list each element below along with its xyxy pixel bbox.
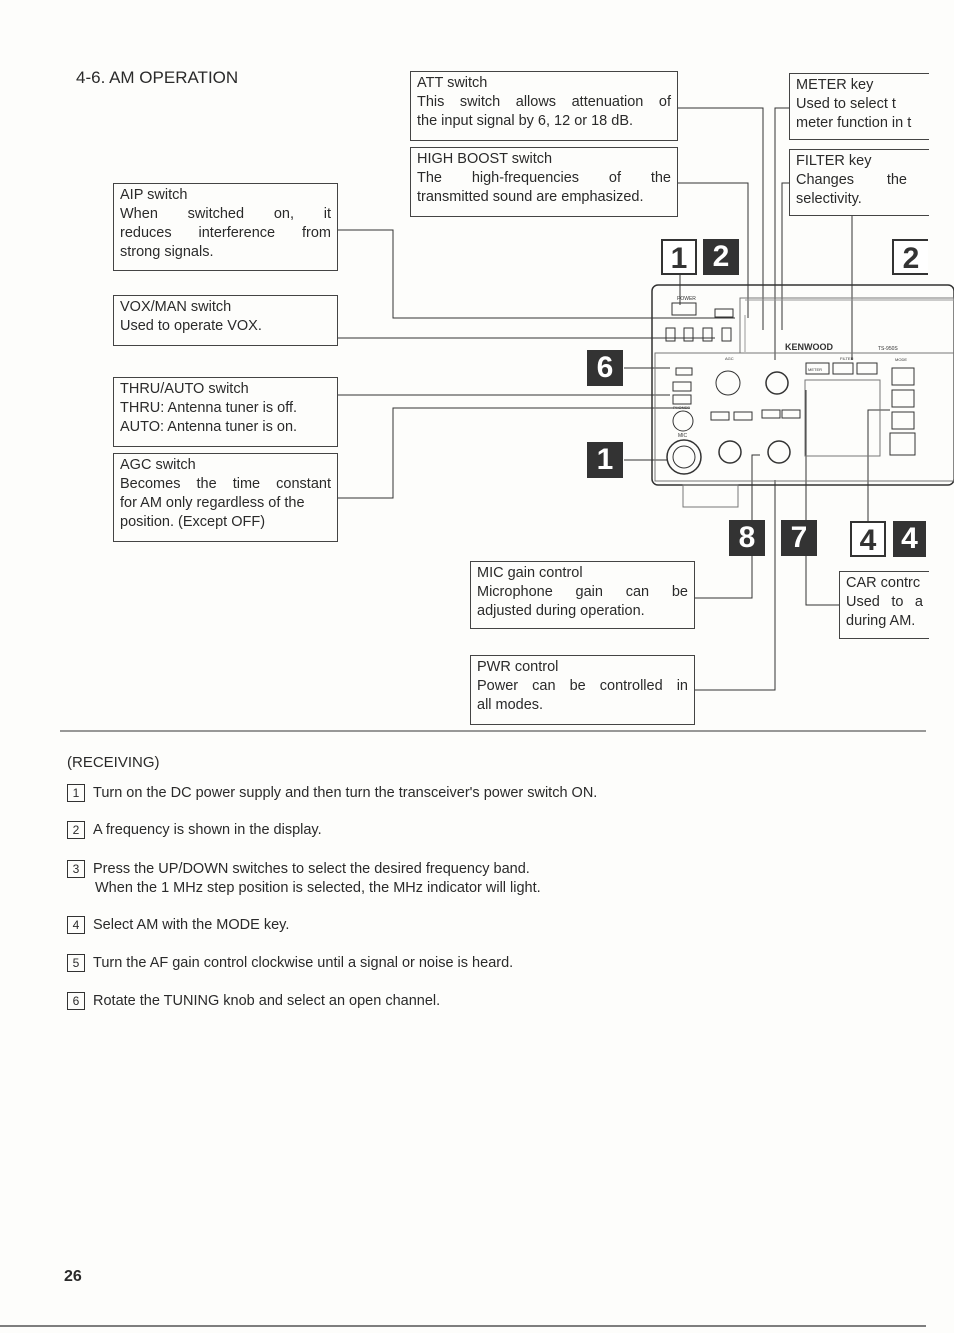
step-number: 6 (67, 992, 85, 1011)
step-text: Select AM with the MODE key. (93, 917, 290, 933)
step-badge: 4 (893, 521, 926, 557)
step-badge: 1 (661, 239, 697, 275)
step-number: 1 (67, 784, 85, 803)
step-text: Turn on the DC power supply and then tur… (93, 785, 598, 801)
step-badge: 4 (850, 521, 886, 557)
agc-label: AGC (725, 356, 734, 361)
step-badge: 2 (703, 239, 739, 275)
callout-title: CAR contrc (846, 575, 921, 591)
callout-text: all modes. (477, 697, 544, 713)
step-text: Turn the AF gain control clockwise until… (93, 955, 514, 971)
callout-high-boost: HIGH BOOST switch The high-frequencies o… (410, 147, 678, 217)
callout-text: Used to a (846, 594, 923, 610)
mic-label: MIC (678, 433, 688, 439)
callout-mic-gain: MIC gain control Microphone gain can be … (470, 561, 695, 629)
phones-label: PHONES (673, 405, 690, 410)
callout-text: Microphone gain can be (477, 584, 688, 600)
filter-label: FILTER (840, 356, 854, 361)
callout-text: Power can be controlled in (477, 678, 688, 694)
callout-filter: FILTER key Changes the selectivity. (789, 149, 929, 216)
callout-text: Used to select t (796, 96, 896, 112)
leader-line (781, 182, 789, 330)
callout-text: position. (Except OFF) (120, 514, 266, 530)
callout-text: the input signal by 6, 12 or 18 dB. (417, 113, 634, 129)
callout-text: The high-frequencies of the (417, 170, 671, 186)
callout-text: transmitted sound are emphasized. (417, 189, 644, 205)
callout-att: ATT switch This switch allows attenuatio… (410, 71, 678, 141)
step-text: Press the UP/DOWN switches to select the… (93, 861, 530, 877)
step-number: 5 (67, 954, 85, 973)
step-4: 4 Select AM with the MODE key. (67, 916, 289, 935)
leader-line (338, 407, 690, 499)
step-3: 3 Press the UP/DOWN switches to select th… (67, 860, 541, 898)
page-number: 26 (64, 1268, 82, 1285)
model-label: TS-950S (878, 346, 898, 352)
leader-line (805, 390, 840, 606)
step-badge: 6 (587, 350, 623, 386)
step-number: 3 (67, 860, 85, 879)
callout-text: reduces interference from (120, 225, 331, 241)
meter-label: METER (808, 367, 822, 372)
step-text: Rotate the TUNING knob and select an ope… (93, 993, 441, 1009)
receiving-heading: (RECEIVING) (67, 754, 160, 771)
callout-title: ATT switch (417, 75, 488, 91)
callout-text: Changes the (796, 172, 907, 188)
callout-title: METER key (796, 77, 874, 93)
callout-text: When switched on, it (120, 206, 331, 222)
callout-text: adjusted during operation. (477, 603, 645, 619)
callout-title: HIGH BOOST switch (417, 151, 553, 167)
leader-line (695, 480, 776, 691)
callout-meter: METER key Used to select t meter functio… (789, 73, 929, 140)
power-label: POWER (677, 296, 696, 302)
callout-pwr: PWR control Power can be controlled in a… (470, 655, 695, 725)
step-1: 1 Turn on the DC power supply and then tu… (67, 784, 597, 803)
step-badge: 1 (587, 442, 623, 478)
callout-car: CAR contrc Used to a during AM. (839, 571, 929, 639)
callout-text: Becomes the time constant (120, 476, 331, 492)
callout-text: selectivity. (796, 191, 862, 207)
callout-text: strong signals. (120, 244, 214, 260)
callout-text: for AM only regardless of the (120, 495, 305, 511)
callout-title: THRU/AUTO switch (120, 381, 249, 397)
callout-title: MIC gain control (477, 565, 583, 581)
step-text: When the 1 MHz step position is selected… (95, 880, 541, 896)
callout-title: FILTER key (796, 153, 872, 169)
step-6: 6 Rotate the TUNING knob and select an op… (67, 992, 440, 1011)
callout-vox: VOX/MAN switch Used to operate VOX. (113, 295, 338, 346)
step-badge: 8 (729, 520, 765, 556)
step-number: 2 (67, 821, 85, 840)
callout-title: PWR control (477, 659, 559, 675)
callout-text: AUTO: Antenna tuner is on. (120, 419, 298, 435)
step-text: A frequency is shown in the display. (93, 822, 322, 838)
callout-text: THRU: Antenna tuner is off. (120, 400, 298, 416)
callout-thru-auto: THRU/AUTO switch THRU: Antenna tuner is … (113, 377, 338, 447)
callout-title: AIP switch (120, 187, 188, 203)
callout-text: Used to operate VOX. (120, 318, 262, 334)
callout-agc: AGC switch Becomes the time constant for… (113, 453, 338, 542)
step-badge: 2 (892, 239, 928, 275)
callout-text: This switch allows attenuation of (417, 94, 671, 110)
brand-logo: KENWOOD (785, 342, 833, 352)
mode-label: MODE (895, 357, 907, 362)
callout-text: during AM. (846, 613, 916, 629)
callout-text: meter function in t (796, 115, 912, 131)
step-badge: 7 (781, 520, 817, 556)
step-2: 2 A frequency is shown in the display. (67, 821, 322, 840)
callout-title: AGC switch (120, 457, 196, 473)
callout-aip: AIP switch When switched on, it reduces … (113, 183, 338, 271)
step-5: 5 Turn the AF gain control clockwise unti… (67, 954, 513, 973)
callout-title: VOX/MAN switch (120, 299, 232, 315)
step-number: 4 (67, 916, 85, 935)
